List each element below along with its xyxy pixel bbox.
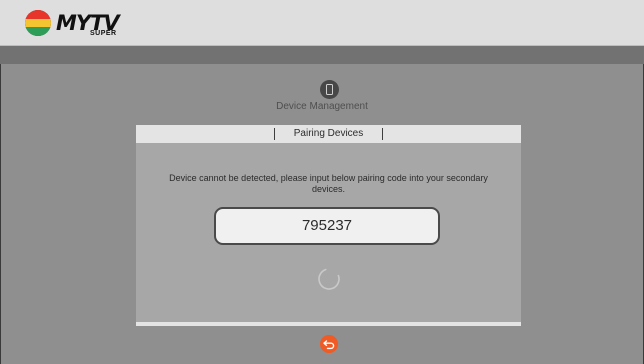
back-button[interactable] [320, 335, 338, 353]
tvb-logo-icon [25, 10, 51, 36]
section-title: Device Management [276, 101, 368, 112]
panel-footer [136, 322, 521, 326]
panel-header: Pairing Devices [136, 125, 521, 143]
phone-icon [320, 80, 339, 99]
pairing-panel: Pairing Devices Device cannot be detecte… [136, 125, 521, 326]
back-arrow-icon [323, 340, 335, 350]
tab-pairing-devices[interactable]: Pairing Devices [136, 128, 521, 139]
top-bar: MYTV SUPER [0, 0, 644, 46]
tab-separator-right [382, 128, 383, 140]
logo-subtext: SUPER [90, 30, 117, 37]
spinner-icon [318, 268, 340, 290]
title-strip [0, 46, 644, 64]
pairing-code-box: 795237 [214, 207, 440, 245]
pairing-message: Device cannot be detected, please input … [169, 173, 488, 194]
